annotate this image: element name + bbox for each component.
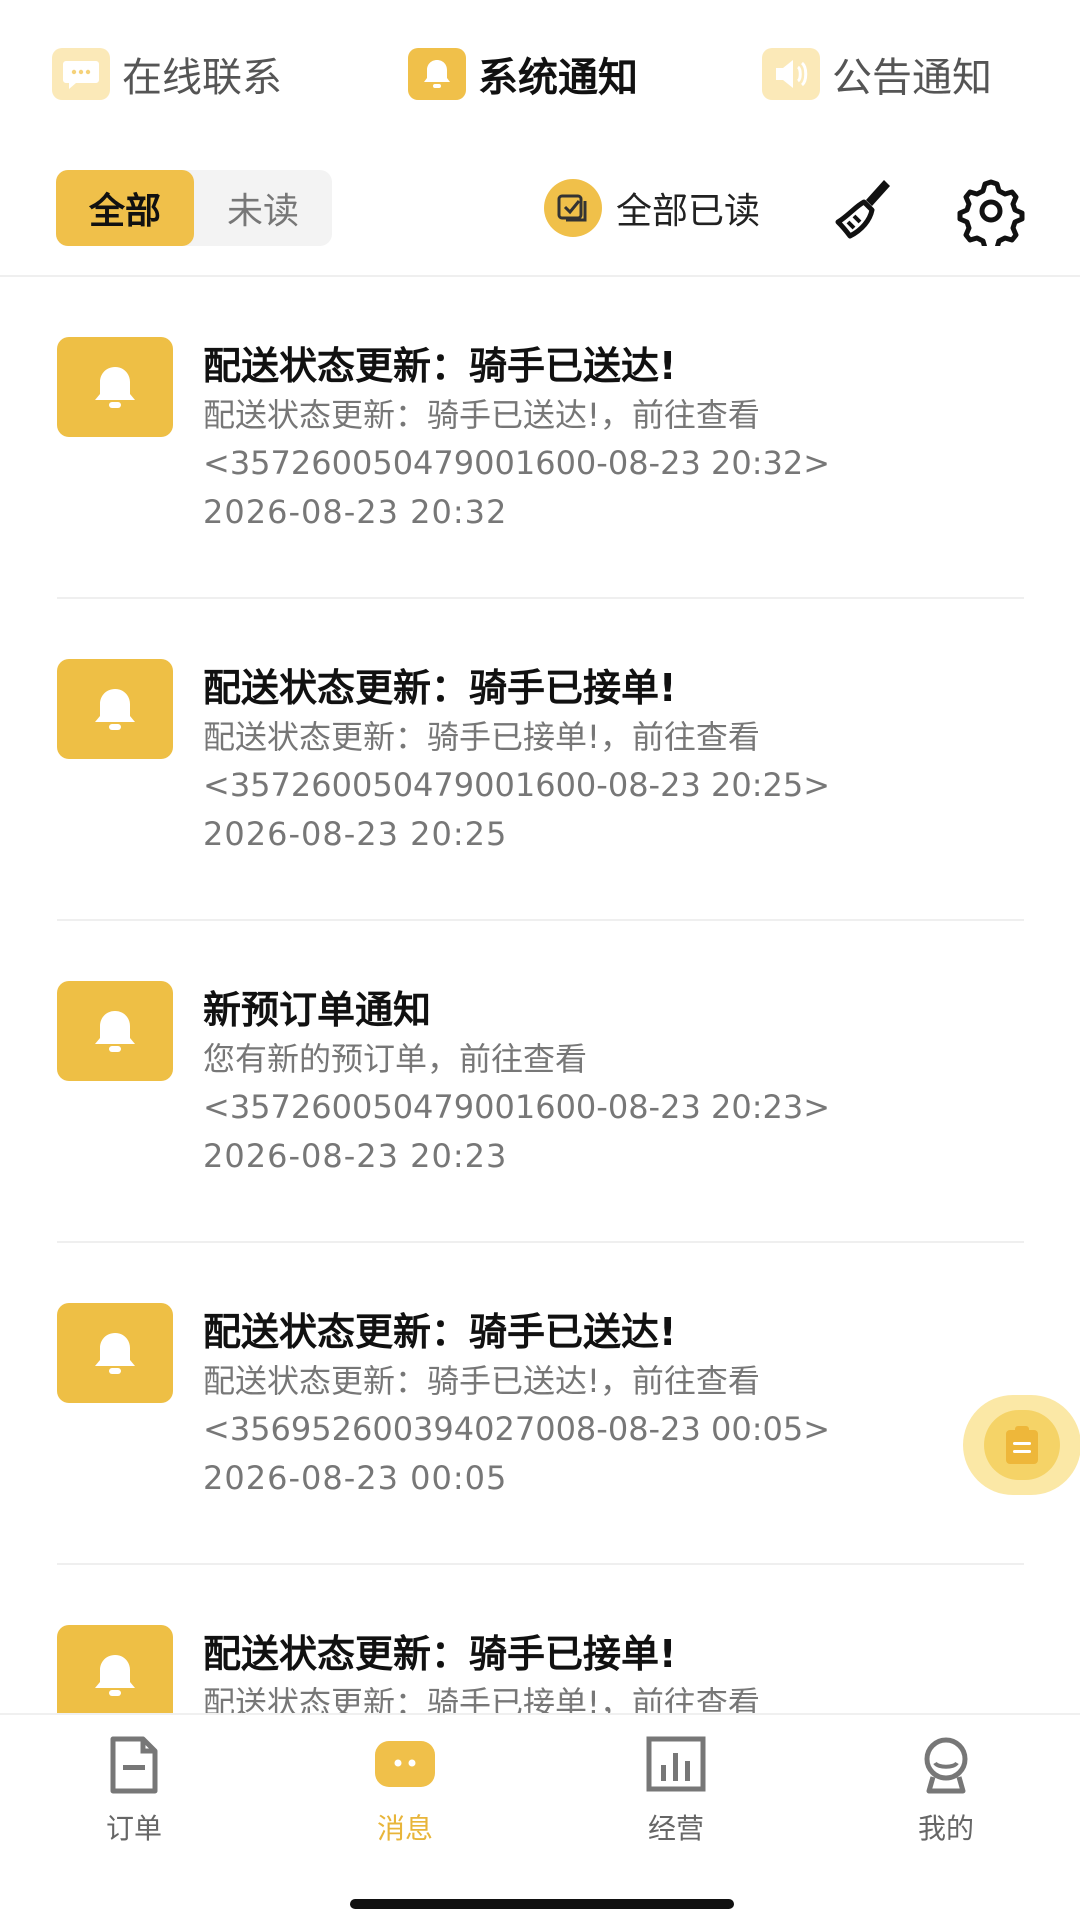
notification-desc-line1: 配送状态更新：骑手已接单!，前往查看 (203, 718, 760, 756)
bell-icon (57, 337, 173, 437)
home-indicator (350, 1899, 734, 1909)
read-filter-segment: 全部 未读 (56, 170, 332, 246)
nav-label: 我的 (917, 1812, 974, 1845)
broom-icon[interactable] (832, 174, 900, 242)
notification-time: 2026-08-23 20:32 (203, 493, 508, 531)
notification-title: 新预订单通知 (203, 988, 432, 1032)
tab-label: 系统通知 (478, 55, 638, 101)
notification-desc: 配送状态更新：骑手已送达!，前往查看 <35726005047900160​0-… (203, 391, 830, 487)
notification-item[interactable]: 新预订单通知 您有新的预订单，前往查看 <357260050479001600-… (0, 921, 1080, 1243)
filter-unread-button[interactable]: 未读 (194, 170, 332, 246)
tab-label: 在线联系 (122, 55, 282, 101)
notification-time: 2026-08-23 20:23 (203, 1137, 508, 1175)
tab-system-notice[interactable]: 系统通知 (408, 48, 638, 101)
nav-label: 经营 (647, 1812, 704, 1845)
notification-desc-line2: <356952600394027008-08-23 00:05> (203, 1410, 831, 1448)
notification-title: 配送状态更新：骑手已送达! (203, 1310, 677, 1354)
notification-desc: 您有新的预订单，前往查看 <357260050479001600-08-23 2… (203, 1035, 830, 1131)
nav-business[interactable]: 经营 (596, 1735, 756, 1847)
nav-profile[interactable]: 我的 (866, 1735, 1026, 1847)
bottom-tab-bar: 订单 消息 经营 我的 (0, 1713, 1080, 1922)
profile-icon (913, 1735, 979, 1795)
notification-item[interactable]: 配送状态更新：骑手已送达! 配送状态更新：骑手已送达!，前往查看 <356952… (0, 1243, 1080, 1565)
tab-announcement[interactable]: 公告通知 (762, 48, 992, 101)
bell-icon (57, 1625, 173, 1713)
notification-item[interactable]: 配送状态更新：骑手已接单! 配送状态更新：骑手已接单!，前往查看 <357260… (0, 599, 1080, 921)
notification-desc-line2: <357260050479001600-08-23 20:23> (203, 1088, 831, 1126)
floating-clipboard-button[interactable] (963, 1395, 1080, 1495)
notification-desc-line1: 您有新的预订单，前往查看 (203, 1040, 588, 1078)
notification-desc-line2: <357260050479001600-08-23 20:25> (203, 766, 831, 804)
notification-desc-line2: <35726005047900160​0-08-23 20:32> (203, 444, 831, 482)
notification-desc: 配送状态更新：骑手已接单!，前往查看 (203, 1679, 760, 1713)
notification-desc: 配送状态更新：骑手已接单!，前往查看 <357260050479001600-0… (203, 713, 830, 809)
notification-item[interactable]: 配送状态更新：骑手已送达! 配送状态更新：骑手已送达!，前往查看 <357260… (0, 277, 1080, 599)
notification-title: 配送状态更新：骑手已接单! (203, 666, 677, 710)
nav-messages[interactable]: 消息 (325, 1735, 485, 1847)
notification-desc: 配送状态更新：骑手已送达!，前往查看 <356952600394027008-0… (203, 1357, 830, 1453)
notification-title: 配送状态更新：骑手已接单! (203, 1632, 677, 1676)
notification-time: 2026-08-23 00:05 (203, 1459, 508, 1497)
tab-online-contact[interactable]: 在线联系 (52, 48, 282, 101)
notification-list[interactable]: 配送状态更新：骑手已送达! 配送状态更新：骑手已送达!，前往查看 <357260… (0, 277, 1080, 1713)
notification-item[interactable]: 配送状态更新：骑手已接单! 配送状态更新：骑手已接单!，前往查看 (0, 1565, 1080, 1713)
message-icon (372, 1735, 438, 1795)
chat-bubble-icon (52, 48, 110, 100)
nav-label: 订单 (105, 1812, 162, 1845)
top-tab-bar: 在线联系 系统通知 公告通知 (0, 0, 1080, 150)
notification-desc-line1: 配送状态更新：骑手已送达!，前往查看 (203, 1362, 760, 1400)
settings-gear-icon[interactable] (956, 176, 1026, 253)
mark-all-read-button[interactable]: 全部已读 (544, 178, 760, 238)
chart-icon (643, 1735, 709, 1795)
notification-desc-line1: 配送状态更新：骑手已送达!，前往查看 (203, 396, 760, 434)
mark-all-read-label: 全部已读 (616, 191, 761, 232)
nav-label: 消息 (376, 1812, 433, 1845)
speaker-icon (762, 48, 820, 100)
notification-desc-line1: 配送状态更新：骑手已接单!，前往查看 (203, 1684, 760, 1713)
notification-time: 2026-08-23 20:25 (203, 815, 508, 853)
nav-orders[interactable]: 订单 (54, 1735, 214, 1847)
order-doc-icon (101, 1735, 167, 1795)
bell-icon (57, 1303, 173, 1403)
bell-icon (57, 981, 173, 1081)
tab-label: 公告通知 (832, 55, 992, 101)
bell-icon (57, 659, 173, 759)
check-box-icon (544, 179, 602, 237)
filter-all-button[interactable]: 全部 (56, 170, 194, 246)
clipboard-icon (984, 1410, 1060, 1480)
filter-row: 全部 未读 全部已读 (0, 170, 1080, 270)
notification-title: 配送状态更新：骑手已送达! (203, 344, 677, 388)
bell-icon (408, 48, 466, 100)
